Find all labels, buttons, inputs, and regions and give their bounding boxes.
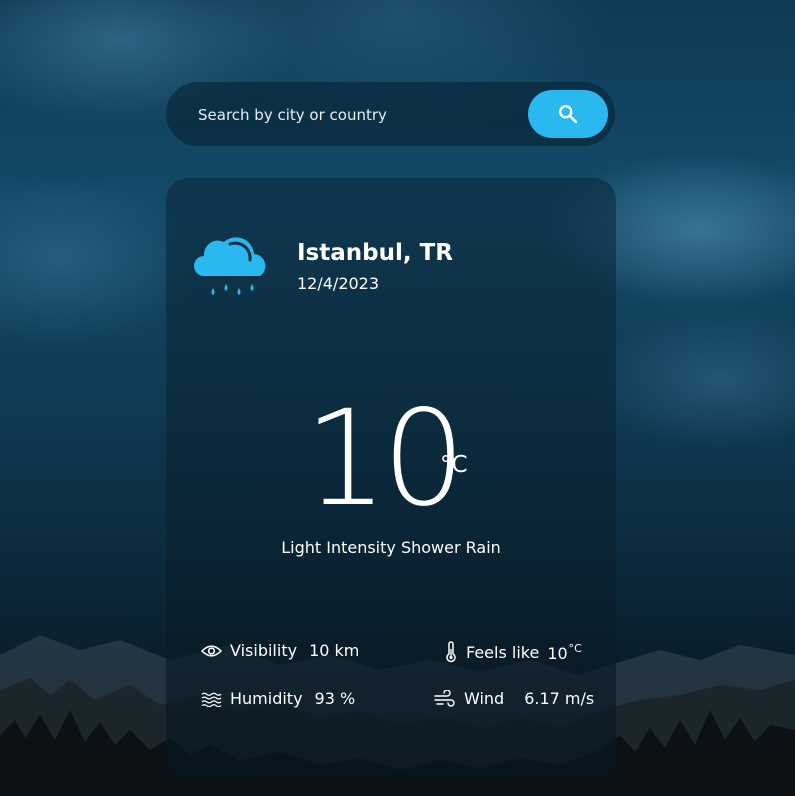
thermometer-icon (446, 641, 456, 663)
humidity-label: Humidity (230, 689, 303, 708)
visibility-stat: Visibility 10 km (201, 641, 359, 660)
weather-card: Istanbul, TR 12/4/2023 10 °C Light Inten… (166, 178, 616, 778)
temperature-value: 10 (304, 382, 466, 536)
search-button[interactable] (528, 90, 608, 138)
feels-like-value: 10°C (547, 642, 582, 663)
search-bar (166, 82, 615, 146)
current-date: 12/4/2023 (297, 274, 380, 293)
visibility-label: Visibility (230, 641, 298, 660)
visibility-value: 10 km (309, 641, 360, 660)
humidity-value: 93 % (314, 689, 356, 708)
humidity-stat: Humidity 93 % (201, 689, 355, 708)
feels-like-unit: °C (568, 641, 582, 655)
feels-like-number: 10 (547, 643, 568, 663)
humidity-waves-icon (201, 692, 222, 707)
wind-label: Wind (464, 689, 505, 708)
wind-icon (434, 689, 455, 707)
city-name: Istanbul, TR (297, 240, 454, 266)
search-icon (559, 105, 578, 124)
wind-value: 6.17 m/s (524, 689, 595, 708)
search-input[interactable] (196, 94, 520, 136)
feels-like-stat: Feels like 10°C (444, 641, 582, 663)
eye-icon (201, 644, 222, 657)
rain-cloud-icon (194, 237, 266, 295)
weather-description: Light Intensity Shower Rain (281, 538, 501, 557)
wind-stat: Wind 6.17 m/s (434, 689, 594, 708)
temperature-unit: °C (440, 452, 468, 478)
feels-like-label: Feels like (466, 642, 540, 662)
